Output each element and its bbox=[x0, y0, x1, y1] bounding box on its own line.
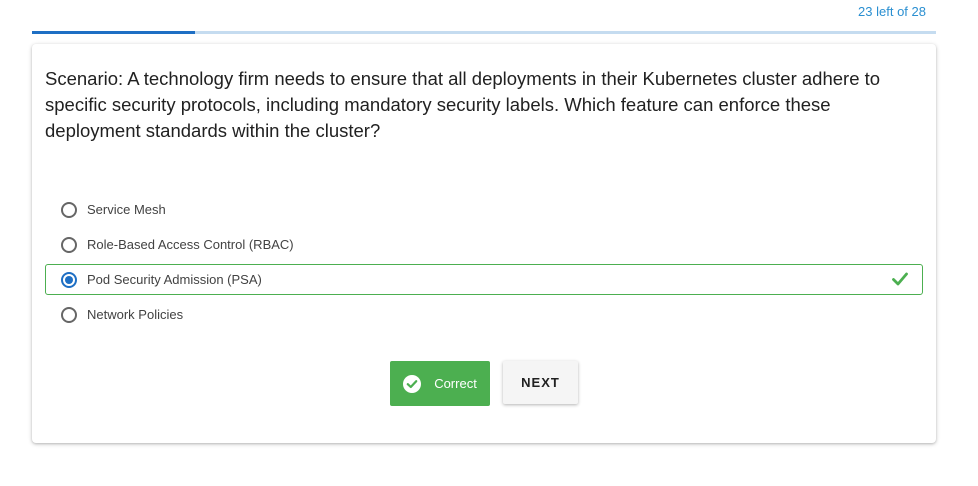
radio-button[interactable] bbox=[61, 306, 77, 323]
check-circle-icon bbox=[403, 374, 422, 393]
answer-options: Service Mesh Role-Based Access Control (… bbox=[45, 194, 923, 334]
question-card: Scenario: A technology firm needs to ens… bbox=[32, 44, 936, 443]
answer-option-label: Role-Based Access Control (RBAC) bbox=[87, 237, 294, 252]
answer-option-psa[interactable]: Pod Security Admission (PSA) bbox=[45, 264, 923, 295]
answer-option-rbac[interactable]: Role-Based Access Control (RBAC) bbox=[45, 229, 923, 260]
progress-bar bbox=[32, 31, 936, 34]
questions-remaining-counter: 23 left of 28 bbox=[858, 4, 926, 19]
next-button[interactable]: NEXT bbox=[503, 361, 578, 404]
quiz-page: 23 left of 28 Scenario: A technology fir… bbox=[0, 0, 978, 486]
question-text: Scenario: A technology firm needs to ens… bbox=[45, 68, 881, 141]
answer-option-label: Pod Security Admission (PSA) bbox=[87, 272, 262, 287]
radio-button[interactable] bbox=[61, 201, 77, 218]
radio-button-selected[interactable] bbox=[61, 271, 77, 288]
answer-option-label: Service Mesh bbox=[87, 202, 166, 217]
progress-bar-fill bbox=[32, 31, 195, 34]
answer-option-service-mesh[interactable]: Service Mesh bbox=[45, 194, 923, 225]
action-buttons: Correct NEXT bbox=[32, 361, 936, 406]
radio-button[interactable] bbox=[61, 236, 77, 253]
answer-option-network-policies[interactable]: Network Policies bbox=[45, 299, 923, 330]
correct-result-label: Correct bbox=[434, 376, 477, 391]
correct-result-button[interactable]: Correct bbox=[390, 361, 490, 406]
answer-option-label: Network Policies bbox=[87, 307, 184, 322]
checkmark-icon bbox=[892, 272, 908, 286]
